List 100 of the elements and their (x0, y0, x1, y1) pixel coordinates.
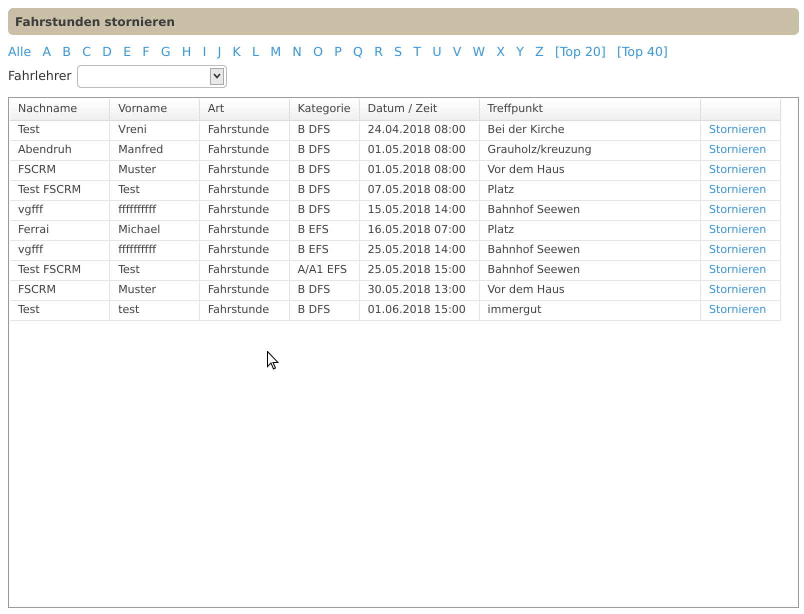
table-cell: 07.05.2018 08:00 (359, 180, 480, 200)
table-cell: Fahrstunde (199, 240, 290, 260)
table-cell: Manfred (110, 140, 200, 160)
letter-link[interactable]: [Top 20] (555, 42, 606, 62)
cancel-link[interactable]: Stornieren (709, 242, 766, 256)
table-cell: Test (110, 260, 200, 280)
table-cell: Abendruh (10, 140, 110, 160)
table-cell: Fahrstunde (199, 140, 290, 160)
letter-link[interactable]: A (42, 42, 52, 62)
table-cell: 25.05.2018 14:00 (359, 240, 480, 260)
table-cell: ffffffffff (110, 200, 200, 220)
table-cell: Bahnhof Seewen (479, 260, 701, 280)
table-cell: Test (110, 180, 200, 200)
table-cell: Test (10, 300, 110, 320)
cancel-link[interactable]: Stornieren (709, 202, 766, 216)
table-cell: Test FSCRM (10, 260, 110, 280)
instructor-select[interactable] (76, 64, 227, 88)
column-header: Treffpunkt (479, 99, 701, 120)
table-cell: vgfff (10, 200, 110, 220)
letter-link[interactable]: S (394, 42, 402, 62)
table-cell: 01.05.2018 08:00 (359, 140, 480, 160)
table-cell: Vor dem Haus (479, 160, 701, 180)
column-header: Vorname (110, 99, 200, 120)
table-cell: Michael (110, 220, 200, 240)
table-cell: B DFS (289, 280, 360, 300)
table-cell: vgfff (10, 240, 110, 260)
table-cell: Grauholz/kreuzung (479, 140, 701, 160)
letter-link[interactable]: X (496, 42, 505, 62)
table-cell: ffffffffff (110, 240, 200, 260)
table-cell: B EFS (289, 240, 360, 260)
letter-link[interactable]: H (182, 42, 192, 62)
table-cell: 25.05.2018 15:00 (359, 260, 480, 280)
cancel-link[interactable]: Stornieren (709, 162, 766, 176)
table-cell: Fahrstunde (199, 300, 290, 320)
letter-link[interactable]: F (142, 42, 150, 62)
column-header: Art (199, 99, 290, 120)
letter-link[interactable]: D (102, 42, 112, 62)
table-cell: 01.05.2018 08:00 (359, 160, 480, 180)
column-header: Nachname (10, 99, 110, 120)
table-cell: Platz (479, 180, 701, 200)
letter-link[interactable]: Q (353, 42, 363, 62)
letter-link[interactable]: G (160, 42, 171, 62)
cancel-link[interactable]: Stornieren (709, 142, 766, 156)
table-cell: immergut (479, 300, 701, 320)
page-title: Fahrstunden stornieren (15, 14, 175, 30)
table-cell: 15.05.2018 14:00 (359, 200, 480, 220)
letter-link[interactable]: O (313, 42, 323, 62)
table-cell: Bei der Kirche (479, 120, 701, 140)
table-cell: Fahrstunde (199, 260, 290, 280)
table-cell: Vor dem Haus (479, 280, 701, 300)
letter-link[interactable]: C (82, 42, 91, 62)
table-cell: Muster (110, 280, 200, 300)
table-cell: Test FSCRM (10, 180, 110, 200)
cancel-link[interactable]: Stornieren (709, 262, 766, 276)
table-cell: Platz (479, 220, 701, 240)
table-cell: Fahrstunde (199, 160, 290, 180)
cancel-link[interactable]: Stornieren (709, 282, 766, 296)
letter-link[interactable]: U (432, 42, 442, 62)
letter-link[interactable]: I (202, 42, 206, 62)
table-cell: B DFS (289, 200, 360, 220)
dropdown-caret-icon (212, 73, 221, 79)
column-header: Datum / Zeit (359, 99, 480, 120)
table-cell: B DFS (289, 180, 360, 200)
table-cell: test (110, 300, 200, 320)
letter-link[interactable]: P (334, 42, 342, 62)
letter-link[interactable]: T (413, 42, 422, 62)
letter-link[interactable]: [Top 40] (617, 42, 668, 62)
table-cell: Bahnhof Seewen (479, 200, 701, 220)
filter-label: Fahrlehrer (8, 66, 72, 85)
letter-link[interactable]: J (218, 42, 222, 62)
table-cell: Fahrstunde (199, 280, 290, 300)
table-cell: B DFS (289, 140, 360, 160)
letter-link[interactable]: B (62, 42, 71, 62)
letter-link[interactable]: Alle (8, 42, 32, 62)
letter-link[interactable]: R (374, 42, 383, 62)
letter-link[interactable]: V (452, 42, 462, 62)
letter-link[interactable]: L (252, 42, 260, 62)
table-cell: Fahrstunde (199, 180, 290, 200)
table-cell: A/A1 EFS (289, 260, 360, 280)
letter-link[interactable]: K (232, 42, 241, 62)
table-cell: Fahrstunde (199, 200, 290, 220)
table-cell: 16.05.2018 07:00 (359, 220, 480, 240)
letter-link[interactable]: Z (535, 42, 544, 62)
letter-link[interactable]: E (123, 42, 132, 62)
table-cell: Muster (110, 160, 200, 180)
cancel-link[interactable]: Stornieren (709, 302, 766, 316)
letter-link[interactable]: W (472, 42, 486, 62)
cancel-link[interactable]: Stornieren (709, 222, 766, 236)
cancel-link[interactable]: Stornieren (709, 122, 766, 136)
table-cell: FSCRM (10, 160, 110, 180)
table-cell: B EFS (289, 220, 360, 240)
letter-link[interactable]: N (292, 42, 302, 62)
table-cell: Fahrstunde (199, 220, 290, 240)
cancel-link[interactable]: Stornieren (709, 182, 766, 196)
column-header: Kategorie (289, 99, 360, 120)
letter-link[interactable]: M (270, 42, 282, 62)
table-cell: FSCRM (10, 280, 110, 300)
table-cell: B DFS (289, 160, 360, 180)
letter-link[interactable]: Y (516, 42, 524, 62)
table-cell: 30.05.2018 13:00 (359, 280, 480, 300)
